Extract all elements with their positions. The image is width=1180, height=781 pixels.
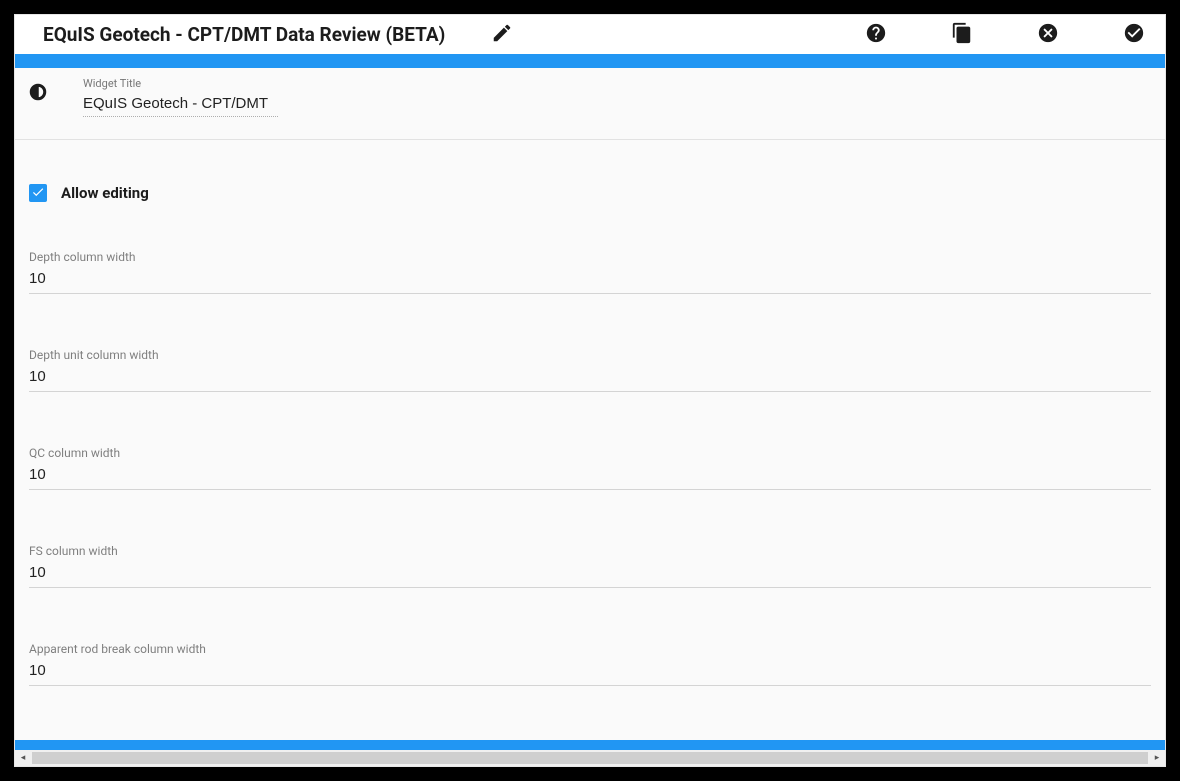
widget-title-input[interactable]: [83, 91, 278, 117]
settings-panel: Allow editing Depth column width Depth u…: [15, 140, 1165, 740]
allow-editing-checkbox[interactable]: [29, 184, 47, 202]
field-depth-unit-column-width: Depth unit column width: [29, 348, 1151, 392]
copy-icon: [951, 22, 973, 48]
header-bar: EQuIS Geotech - CPT/DMT Data Review (BET…: [15, 15, 1165, 54]
check-circle-icon: [1123, 22, 1145, 48]
page-title: EQuIS Geotech - CPT/DMT Data Review (BET…: [43, 23, 445, 46]
qc-column-width-input[interactable]: [29, 464, 1151, 490]
field-label: FS column width: [29, 544, 1151, 558]
scroll-right-arrow[interactable]: ▸: [1149, 750, 1165, 766]
help-icon: [865, 22, 887, 48]
field-qc-column-width: QC column width: [29, 446, 1151, 490]
widget-title-label: Widget Title: [83, 77, 278, 91]
apparent-rod-break-column-width-input[interactable]: [29, 660, 1151, 686]
field-label: Depth column width: [29, 250, 1151, 264]
field-apparent-rod-break-column-width: Apparent rod break column width: [29, 642, 1151, 686]
theme-toggle-button[interactable]: [29, 83, 53, 107]
field-depth-column-width: Depth column width: [29, 250, 1151, 294]
accent-strip-bottom: [15, 740, 1165, 750]
field-label: QC column width: [29, 446, 1151, 460]
help-button[interactable]: [863, 22, 889, 48]
pencil-icon: [491, 22, 513, 48]
field-fs-column-width: FS column width: [29, 544, 1151, 588]
scroll-left-arrow[interactable]: ◂: [15, 750, 31, 766]
field-label: Apparent rod break column width: [29, 642, 1151, 656]
depth-column-width-input[interactable]: [29, 268, 1151, 294]
depth-unit-column-width-input[interactable]: [29, 366, 1151, 392]
allow-editing-label: Allow editing: [61, 184, 149, 202]
fs-column-width-input[interactable]: [29, 562, 1151, 588]
save-button[interactable]: [1121, 22, 1147, 48]
check-icon: [31, 184, 45, 203]
field-label: Depth unit column width: [29, 348, 1151, 362]
widget-title-section: Widget Title: [15, 68, 1165, 140]
contrast-icon: [29, 86, 47, 105]
horizontal-scrollbar[interactable]: ◂ ▸: [15, 750, 1165, 766]
widget-editor-window: EQuIS Geotech - CPT/DMT Data Review (BET…: [14, 14, 1166, 767]
close-circle-icon: [1037, 22, 1059, 48]
edit-title-button[interactable]: [489, 22, 515, 48]
scroll-track[interactable]: [32, 752, 1148, 764]
copy-button[interactable]: [949, 22, 975, 48]
content-scroll-area[interactable]: Widget Title Allow editing Depth column …: [15, 68, 1165, 740]
accent-strip-top: [15, 54, 1165, 68]
cancel-button[interactable]: [1035, 22, 1061, 48]
